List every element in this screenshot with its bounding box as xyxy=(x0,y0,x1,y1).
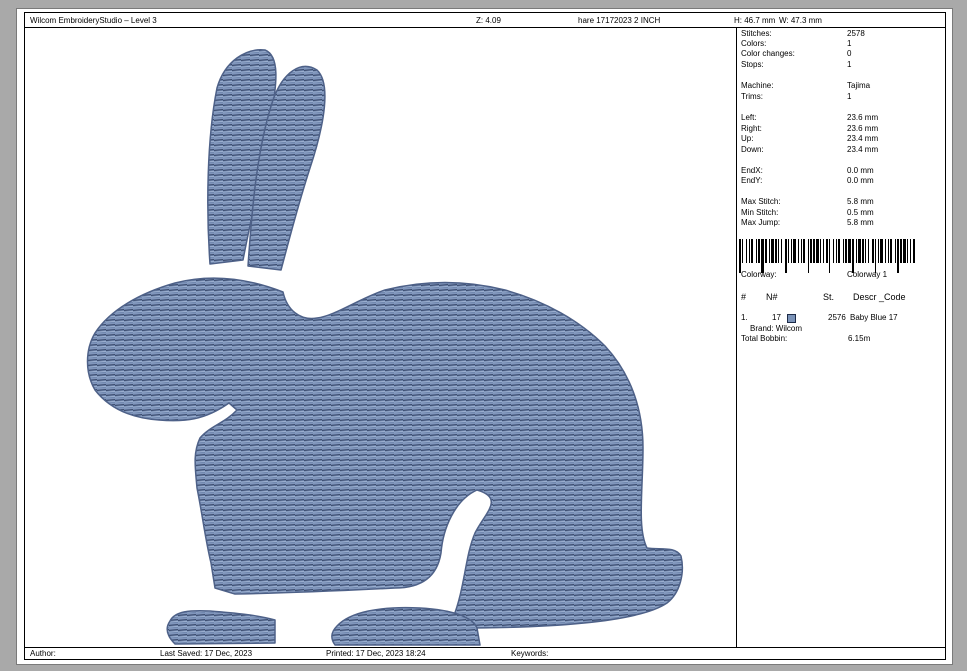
stat-row: Min Stitch: 0.5 mm xyxy=(741,208,874,217)
bobbin-value: 6.15m xyxy=(848,334,871,343)
colorway-row: Colorway: Colorway 1 xyxy=(741,270,888,279)
app-title: Wilcom EmbroideryStudio – Level 3 xyxy=(30,16,157,25)
stat-row: EndX: 0.0 mm xyxy=(741,166,874,175)
print-preview-page: Wilcom EmbroideryStudio – Level 3 Z: 4.0… xyxy=(16,8,953,665)
stat-row: Max Jump: 5.8 mm xyxy=(741,218,874,227)
design-filename: hare 17172023 2 INCH xyxy=(578,16,661,25)
design-height: H: 46.7 mm xyxy=(734,16,776,25)
stat-row: Machine: Tajima xyxy=(741,81,871,90)
footer-bar: Author: Last Saved: 17 Dec, 2023 Printed… xyxy=(25,647,945,659)
stat-row: Right: 23.6 mm xyxy=(741,124,879,133)
barcode-icon xyxy=(739,239,915,273)
footer-printed: Printed: 17 Dec, 2023 18:24 xyxy=(326,649,426,658)
stat-row: Left: 23.6 mm xyxy=(741,113,879,122)
thread-brand: Brand: Wilcom xyxy=(750,324,803,333)
stat-row: Color changes: 0 xyxy=(741,49,852,58)
footer-keywords: Keywords: xyxy=(511,649,549,658)
stat-row: Down: 23.4 mm xyxy=(741,145,879,154)
stat-row: EndY: 0.0 mm xyxy=(741,176,874,185)
hare-body xyxy=(86,277,684,629)
page-frame: Wilcom EmbroideryStudio – Level 3 Z: 4.0… xyxy=(24,12,946,660)
zoom-level: Z: 4.09 xyxy=(476,16,501,25)
stat-row: Trims: 1 xyxy=(741,92,852,101)
hind-foot xyxy=(331,606,481,646)
header-bar: Wilcom EmbroideryStudio – Level 3 Z: 4.0… xyxy=(25,13,945,28)
col-header-description: Descr _Code xyxy=(853,292,906,302)
thread-color-swatch xyxy=(787,314,796,323)
stat-row: Stitches: 2578 xyxy=(741,29,865,38)
stat-row: Colors: 1 xyxy=(741,39,852,48)
stat-row: Stops: 1 xyxy=(741,60,852,69)
hare-embroidery-design xyxy=(86,49,684,646)
col-header-needle: N# xyxy=(766,292,778,302)
design-info-panel: Stitches: 2578 Colors: 1 Color changes: 0 S… xyxy=(737,28,945,647)
bobbin-label: Total Bobbin: xyxy=(741,334,788,343)
thread-index: 1. xyxy=(741,313,748,322)
footer-author: Author: xyxy=(30,649,56,658)
thread-stitches: 2576 xyxy=(828,313,846,322)
stat-row: Max Stitch: 5.8 mm xyxy=(741,197,874,206)
design-preview xyxy=(25,28,737,647)
col-header-stitches: St. xyxy=(823,292,835,302)
stat-row: Up: 23.4 mm xyxy=(741,134,879,143)
front-paw xyxy=(166,609,276,645)
footer-last-saved: Last Saved: 17 Dec, 2023 xyxy=(160,649,253,658)
design-width: W: 47.3 mm xyxy=(779,16,822,25)
thread-description: Baby Blue 17 xyxy=(850,313,898,322)
col-header-index: # xyxy=(741,292,747,302)
thread-needle: 17 xyxy=(772,313,781,322)
